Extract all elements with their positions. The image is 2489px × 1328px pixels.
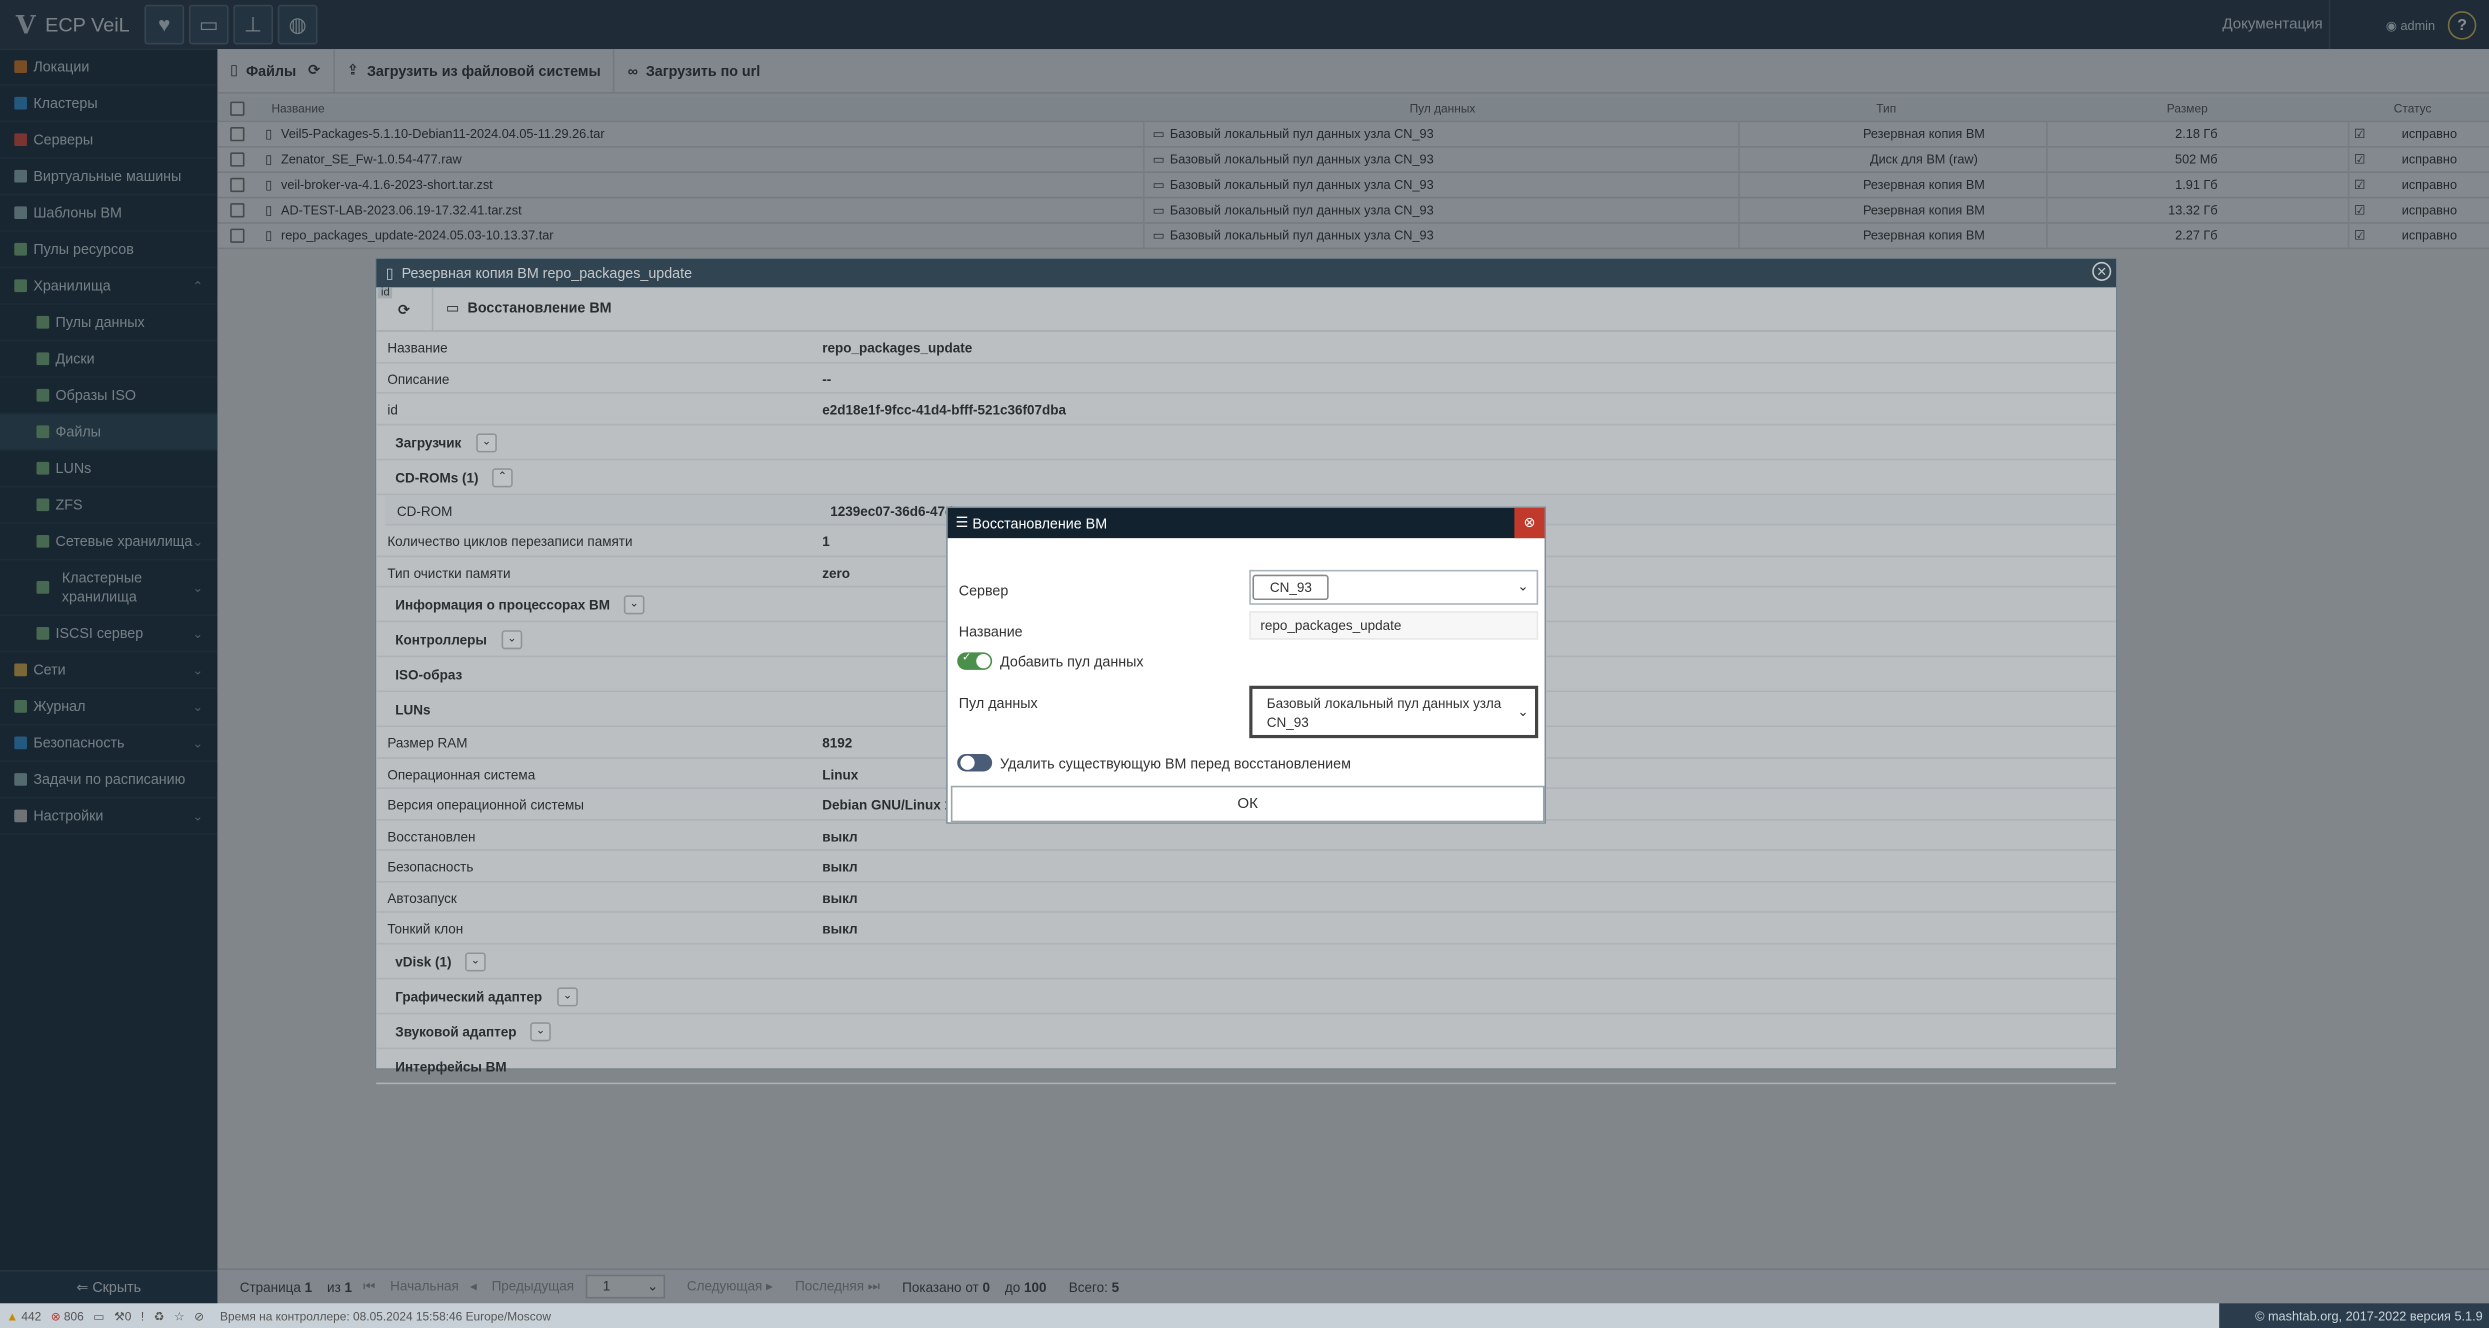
- error-icon[interactable]: ⊗: [51, 1309, 61, 1323]
- controller-time: Время на контроллере: 08.05.2024 15:58:4…: [220, 1308, 551, 1324]
- add-pool-label: Добавить пул данных: [1000, 654, 1144, 670]
- close-icon[interactable]: ⊗: [1514, 507, 1545, 539]
- restore-dialog: ☰ Восстановление ВМ ⊗ Сервер CN_93 ⌄ Наз…: [946, 506, 1547, 824]
- delete-existing-label: Удалить существующую ВМ перед восстановл…: [1000, 755, 1351, 772]
- server-select[interactable]: CN_93 ⌄: [1249, 569, 1539, 605]
- alert-icon[interactable]: !: [141, 1309, 144, 1323]
- warning-count: 442: [21, 1308, 42, 1324]
- settings-icon: ☰: [955, 514, 973, 531]
- check-icon: ✓: [961, 652, 972, 664]
- chevron-down-icon: ⌄: [1517, 703, 1529, 720]
- add-pool-toggle[interactable]: ✓: [957, 652, 993, 670]
- pool-select[interactable]: Базовый локальный пул данных узла CN_93 …: [1249, 685, 1539, 739]
- tools-icon[interactable]: ⚒: [114, 1309, 125, 1323]
- pool-label: Пул данных: [958, 695, 1038, 712]
- pool-value: Базовый локальный пул данных узла CN_93: [1266, 695, 1502, 731]
- error-count: 806: [63, 1308, 84, 1324]
- server-label: Сервер: [958, 582, 1009, 599]
- block-icon[interactable]: ⊘: [194, 1309, 204, 1323]
- warning-icon[interactable]: ▲: [6, 1309, 18, 1323]
- star-icon[interactable]: ☆: [174, 1309, 185, 1323]
- server-value: CN_93: [1252, 574, 1330, 601]
- delete-existing-toggle[interactable]: [957, 754, 993, 772]
- copyright: © mashtab.org, 2017-2022 версия 5.1.9: [2219, 1303, 2489, 1328]
- name-label: Название: [958, 623, 1023, 640]
- tools-count: 0: [124, 1308, 132, 1324]
- recycle-icon[interactable]: ♻: [154, 1309, 165, 1323]
- dialog-titlebar[interactable]: ☰ Восстановление ВМ: [947, 507, 1545, 539]
- name-value: repo_packages_update: [1260, 617, 1402, 634]
- dialog-title: Восстановление ВМ: [972, 515, 1108, 531]
- tasks-icon[interactable]: ▭: [93, 1309, 104, 1323]
- app-root: V ECP VeiL ♥ ▭ ⊥ ◍ Документация ◉ admin ?…: [0, 0, 2489, 1328]
- status-bar: ▲ 442 ⊗ 806 ▭ ⚒ 0 ! ♻ ☆ ⊘ Время на контролл…: [0, 1303, 2489, 1328]
- name-input[interactable]: repo_packages_update: [1249, 611, 1539, 640]
- chevron-down-icon: ⌄: [1517, 577, 1529, 594]
- ok-button[interactable]: ОК: [950, 785, 1545, 823]
